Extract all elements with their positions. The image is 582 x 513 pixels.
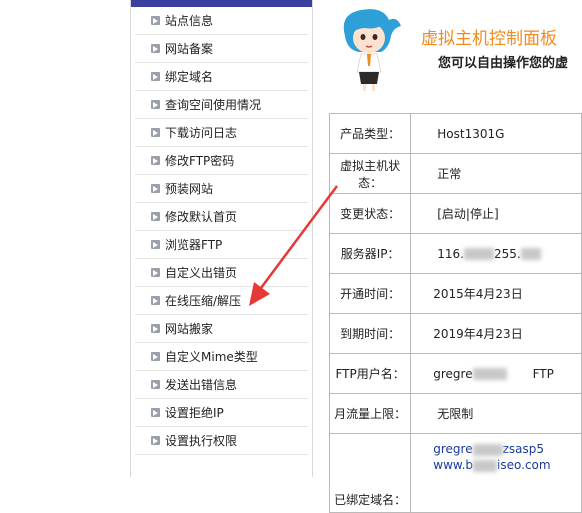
row-key: 虚拟主机状态： [328, 153, 412, 194]
bullet-arrow-icon [151, 380, 160, 389]
panel-subtitle: 您可以自由操作您的虚 [438, 56, 569, 71]
sidebar-item-ftp-password[interactable]: 修改FTP密码 [135, 147, 308, 175]
sidebar-item-site-migration[interactable]: 网站搬家 [135, 315, 308, 343]
domain-link[interactable]: www.b iseo.com [433, 458, 581, 472]
sidebar-menu: 站点信息 网站备案 绑定域名 查询空间使用情况 下载访问日志 修改FTP密码 预… [130, 0, 313, 477]
row-value: 正常 [410, 153, 582, 194]
row-value: 2019年4月23日 [410, 313, 582, 354]
bullet-arrow-icon [151, 240, 160, 249]
sidebar-item-label: 查询空间使用情况 [165, 98, 262, 112]
bullet-arrow-icon [151, 352, 160, 361]
sidebar-item-online-unzip[interactable]: 在线压缩/解压 [135, 287, 308, 315]
bound-domains-value: gregre zsasp5 www.b iseo.com [410, 433, 582, 513]
sidebar-item-download-logs[interactable]: 下载访问日志 [135, 119, 308, 147]
main-panel: 虚拟主机控制面板 您可以自由操作您的虚 产品类型： Host1301G 虚拟主机… [313, 0, 582, 513]
bullet-arrow-icon [151, 296, 160, 305]
sidebar-item-label: 网站备案 [165, 42, 214, 56]
bullet-arrow-icon [151, 16, 160, 25]
bullet-arrow-icon [151, 72, 160, 81]
domain-link[interactable]: gregre zsasp5 [433, 442, 581, 456]
table-row: 产品类型： Host1301G [328, 113, 582, 154]
row-key: FTP用户名： [328, 353, 412, 394]
row-key: 产品类型： [328, 113, 412, 154]
bullet-arrow-icon [151, 408, 160, 417]
table-row: 已绑定域名： gregre zsasp5 www.b iseo.com [328, 433, 582, 513]
sidebar-item-label: 在线压缩/解压 [165, 294, 242, 308]
redacted-blur [463, 248, 494, 260]
host-info-table: 产品类型： Host1301G 虚拟主机状态： 正常 变更状态： [启动|停止]… [328, 113, 582, 513]
row-key: 服务器IP： [328, 233, 412, 274]
bullet-arrow-icon [151, 268, 160, 277]
sidebar-item-label: 设置拒绝IP [165, 406, 224, 420]
redacted-blur [520, 248, 541, 260]
sidebar-item-space-usage[interactable]: 查询空间使用情况 [135, 91, 308, 119]
ftp-label: FTP [532, 366, 554, 381]
sidebar-item-label: 设置执行权限 [165, 434, 238, 448]
mascot-girl-illustration [343, 9, 401, 91]
sidebar-item-site-info[interactable]: 站点信息 [135, 7, 308, 35]
sidebar-item-label: 修改默认首页 [165, 210, 238, 224]
sidebar-item-label: 发送出错信息 [165, 378, 238, 392]
sidebar-item-label: 自定义出错页 [165, 266, 238, 280]
username-part: gregre [433, 366, 473, 381]
table-row: 变更状态： [启动|停止] [328, 193, 582, 234]
table-row: 月流量上限： 无限制 [328, 393, 582, 434]
bullet-arrow-icon [151, 184, 160, 193]
row-key: 到期时间： [328, 313, 412, 354]
sidebar-item-preinstall-site[interactable]: 预装网站 [135, 175, 308, 203]
row-key: 开通时间： [328, 273, 412, 314]
panel-header: 虚拟主机控制面板 您可以自由操作您的虚 [313, 0, 582, 112]
sidebar-item-bind-domain[interactable]: 绑定域名 [135, 63, 308, 91]
sidebar-item-label: 网站搬家 [165, 322, 214, 336]
panel-title: 虚拟主机控制面板 [421, 29, 557, 49]
table-row: 服务器IP： 116. 255. [328, 233, 582, 274]
redacted-blur [472, 368, 507, 380]
sidebar-item-label: 修改FTP密码 [165, 154, 235, 168]
bullet-arrow-icon [151, 324, 160, 333]
bullet-arrow-icon [151, 100, 160, 109]
redacted-blur [473, 459, 498, 472]
sidebar-item-exec-permission[interactable]: 设置执行权限 [135, 427, 308, 455]
bullet-arrow-icon [151, 212, 160, 221]
ip-part: 255. [493, 246, 521, 261]
sidebar-item-default-homepage[interactable]: 修改默认首页 [135, 203, 308, 231]
row-value: 无限制 [410, 393, 582, 434]
table-row: 开通时间： 2015年4月23日 [328, 273, 582, 314]
row-key: 已绑定域名： [328, 433, 412, 513]
sidebar-item-label: 预装网站 [165, 182, 214, 196]
sidebar-item-label: 浏览器FTP [165, 238, 223, 252]
ip-part: 116. [437, 246, 464, 261]
row-value: Host1301G [410, 113, 582, 154]
sidebar-item-send-error-info[interactable]: 发送出错信息 [135, 371, 308, 399]
server-ip-value: 116. 255. [410, 233, 582, 274]
redacted-blur [472, 443, 503, 456]
sidebar-top-bar [131, 0, 312, 7]
sidebar-item-icp-filing[interactable]: 网站备案 [135, 35, 308, 63]
left-gutter [0, 0, 130, 477]
row-key: 变更状态： [328, 193, 412, 234]
sidebar-item-browser-ftp[interactable]: 浏览器FTP [135, 231, 308, 259]
sidebar-item-label: 绑定域名 [165, 70, 214, 84]
table-row: 虚拟主机状态： 正常 [328, 153, 582, 194]
sidebar-item-custom-error-page[interactable]: 自定义出错页 [135, 259, 308, 287]
table-row: 到期时间： 2019年4月23日 [328, 313, 582, 354]
sidebar-item-deny-ip[interactable]: 设置拒绝IP [135, 399, 308, 427]
row-key: 月流量上限： [328, 393, 412, 434]
sidebar-item-label: 下载访问日志 [165, 126, 238, 140]
bullet-arrow-icon [151, 436, 160, 445]
bullet-arrow-icon [151, 156, 160, 165]
table-row: FTP用户名： gregre FTP [328, 353, 582, 394]
ftp-username-value: gregre FTP [410, 353, 582, 394]
row-value: 2015年4月23日 [410, 273, 582, 314]
sidebar-item-custom-mime[interactable]: 自定义Mime类型 [135, 343, 308, 371]
start-stop-control[interactable]: [启动|停止] [410, 193, 582, 234]
bullet-arrow-icon [151, 128, 160, 137]
bullet-arrow-icon [151, 44, 160, 53]
sidebar-item-label: 自定义Mime类型 [165, 350, 258, 364]
sidebar-item-label: 站点信息 [165, 14, 214, 28]
